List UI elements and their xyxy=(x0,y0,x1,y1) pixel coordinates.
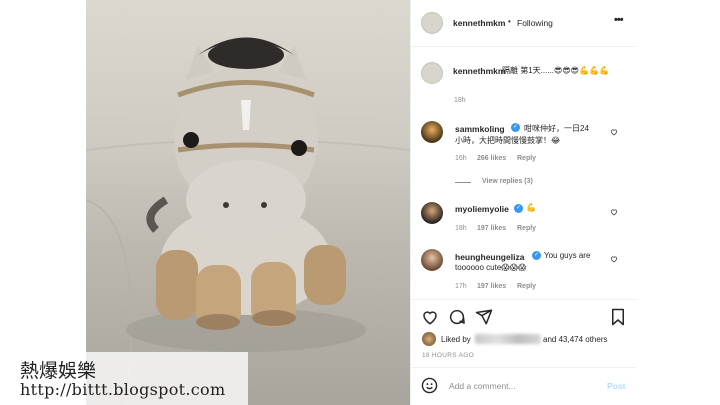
comment-text-line2: toooooo cute😱😱😱 xyxy=(455,263,527,272)
comment-text: 咁咪仲好，一日24 xyxy=(524,124,589,133)
header-separator: • xyxy=(508,17,511,26)
watermark-title: 熱爆娛樂 xyxy=(20,360,97,382)
comment-avatar[interactable] xyxy=(421,121,443,143)
comment-reply-button[interactable]: Reply xyxy=(517,155,536,162)
post-time: 18 HOURS AGO xyxy=(422,352,475,359)
view-replies-line xyxy=(455,182,471,183)
watermark-url: http://bittt.blogspot.com xyxy=(20,380,226,399)
comment-text-line2: 小時，大把時間慢慢鼓掌！😂 xyxy=(455,136,561,145)
comment-text: 💪 xyxy=(526,203,536,212)
plush-horse-image xyxy=(86,37,410,405)
comment-username[interactable]: heungheungeliza xyxy=(455,252,524,262)
caption-username[interactable]: kennethmkm xyxy=(453,66,505,76)
comment-likes[interactable]: 266 likes xyxy=(477,155,506,162)
verified-badge-icon: ✓ xyxy=(514,204,523,213)
heart-icon[interactable] xyxy=(421,308,439,326)
caption-time: 18h xyxy=(454,97,466,104)
comment-avatar[interactable] xyxy=(421,249,443,271)
bookmark-icon[interactable] xyxy=(610,308,626,326)
smile-icon[interactable] xyxy=(421,377,438,394)
comment-username[interactable]: myoliemyolie xyxy=(455,204,509,214)
comment-username[interactable]: sammkoling xyxy=(455,124,505,134)
comment-reply-button[interactable]: Reply xyxy=(517,225,536,232)
comment-heart-icon[interactable] xyxy=(610,208,618,216)
comment-likes[interactable]: 197 likes xyxy=(477,225,506,232)
comment-reply-button[interactable]: Reply xyxy=(517,283,536,290)
liked-by-username-redacted[interactable] xyxy=(475,334,541,344)
verified-badge-icon: ✓ xyxy=(511,123,520,132)
header-avatar[interactable] xyxy=(421,12,443,34)
post-photo[interactable] xyxy=(86,0,410,405)
caption-avatar[interactable] xyxy=(421,62,443,84)
comment-time: 18h xyxy=(455,225,467,232)
comment-time: 17h xyxy=(455,283,467,290)
actions-divider xyxy=(411,299,636,300)
caption-text: 隔離 第1天......😎😎😎💪💪💪 xyxy=(502,66,609,75)
liked-by-suffix[interactable]: and 43,474 others xyxy=(543,335,608,344)
comment-likes[interactable]: 197 likes xyxy=(477,283,506,290)
comment-avatar[interactable] xyxy=(421,202,443,224)
comment-icon[interactable] xyxy=(448,308,466,326)
comment-heart-icon[interactable] xyxy=(610,255,618,263)
watermark: 熱爆娛樂 http://bittt.blogspot.com xyxy=(0,352,248,405)
verified-badge-icon: ✓ xyxy=(532,251,541,260)
comment-heart-icon[interactable] xyxy=(610,128,618,136)
comment-time: 16h xyxy=(455,155,467,162)
view-replies-button[interactable]: View replies (3) xyxy=(482,178,533,185)
comment-box-divider xyxy=(411,367,636,368)
follow-status[interactable]: Following xyxy=(517,18,553,28)
comment-text: You guys are xyxy=(544,251,591,260)
header-divider xyxy=(411,46,636,47)
post-sidebar: kennethmkm • Following ••• kennethmkm 隔離… xyxy=(410,0,636,405)
post-comment-button[interactable]: Post xyxy=(607,381,625,391)
header-username[interactable]: kennethmkm xyxy=(453,18,505,28)
liked-by-prefix: Liked by xyxy=(441,335,471,344)
share-icon[interactable] xyxy=(475,308,493,326)
liked-by-avatar[interactable] xyxy=(422,332,436,346)
add-comment-input[interactable]: Add a comment... xyxy=(449,381,516,391)
more-horizontal-icon[interactable]: ••• xyxy=(614,14,624,26)
